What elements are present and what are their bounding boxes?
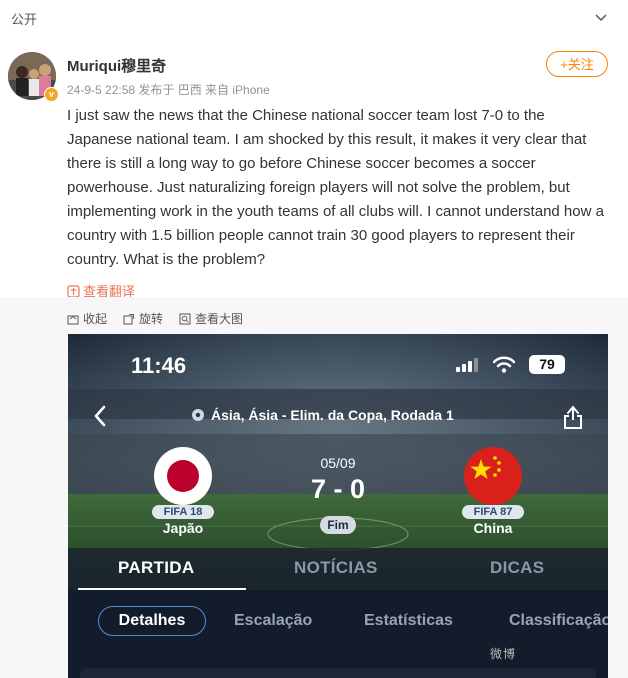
subtab-escalacao[interactable]: Escalação bbox=[234, 612, 312, 630]
status-time: 11:46 bbox=[131, 353, 187, 378]
away-fifa-rank: FIFA 87 bbox=[462, 505, 524, 519]
match-tabs: PARTIDA NOTÍCIAS DICAS bbox=[68, 548, 608, 591]
away-team-name[interactable]: China bbox=[453, 520, 533, 536]
image-toolbar: 收起 旋转 查看大图 bbox=[67, 310, 243, 327]
subtab-detalhes[interactable]: Detalhes bbox=[98, 606, 206, 636]
collapse-icon bbox=[67, 314, 79, 325]
verified-badge-icon: v bbox=[44, 87, 59, 102]
match-score: 7 - 0 bbox=[310, 474, 366, 504]
tab-dicas[interactable]: DICAS bbox=[490, 558, 544, 578]
post-meta: 24-9-5 22:58 发布于 巴西 来自 iPhone bbox=[67, 83, 270, 97]
follow-button[interactable]: +关注 bbox=[546, 51, 608, 77]
rotate-button[interactable]: 旋转 bbox=[123, 310, 163, 327]
rotate-icon bbox=[123, 313, 135, 325]
ball-icon bbox=[192, 409, 204, 421]
match-date: 05/09 bbox=[320, 455, 356, 471]
collapse-label: 收起 bbox=[83, 312, 108, 326]
match-status-badge: Fim bbox=[320, 516, 356, 534]
visibility-label: 公开 bbox=[11, 12, 38, 27]
rotate-label: 旋转 bbox=[139, 312, 164, 326]
post-text: I just saw the news that the Chinese nat… bbox=[67, 107, 604, 268]
chevron-down-icon[interactable] bbox=[592, 8, 610, 26]
share-icon[interactable] bbox=[562, 404, 584, 430]
post-header-bar: 公开 bbox=[0, 0, 628, 36]
competition-title[interactable]: Ásia, Ásia - Elim. da Copa, Rodada 1 bbox=[191, 407, 454, 423]
collapse-button[interactable]: 收起 bbox=[67, 310, 107, 327]
watermark: 微博 bbox=[490, 647, 517, 661]
view-large-label: 查看大图 bbox=[195, 312, 244, 326]
subtab-estatisticas[interactable]: Estatísticas bbox=[364, 612, 453, 630]
japan-flag-icon[interactable] bbox=[154, 447, 212, 505]
back-icon[interactable] bbox=[92, 404, 108, 428]
tab-partida[interactable]: PARTIDA bbox=[118, 558, 194, 578]
home-fifa-rank: FIFA 18 bbox=[152, 505, 214, 519]
details-panel bbox=[80, 668, 596, 678]
home-team-name[interactable]: Japão bbox=[143, 520, 223, 536]
match-screenshot[interactable]: 11:46 79 Ásia, Ásia - Elim. da Copa, Rod… bbox=[68, 334, 608, 678]
battery-indicator: 79 bbox=[529, 355, 565, 374]
subtab-classificacao[interactable]: Classificação bbox=[509, 612, 608, 630]
tab-noticias[interactable]: NOTÍCIAS bbox=[294, 558, 378, 578]
wifi-icon bbox=[493, 356, 515, 373]
view-large-button[interactable]: 查看大图 bbox=[179, 310, 243, 327]
signal-icon bbox=[456, 358, 478, 372]
username[interactable]: Muriqui穆里奇 bbox=[67, 55, 166, 76]
china-flag-icon[interactable] bbox=[464, 447, 522, 505]
magnify-icon bbox=[179, 312, 191, 325]
competition-label: Ásia, Ásia - Elim. da Copa, Rodada 1 bbox=[211, 407, 454, 423]
